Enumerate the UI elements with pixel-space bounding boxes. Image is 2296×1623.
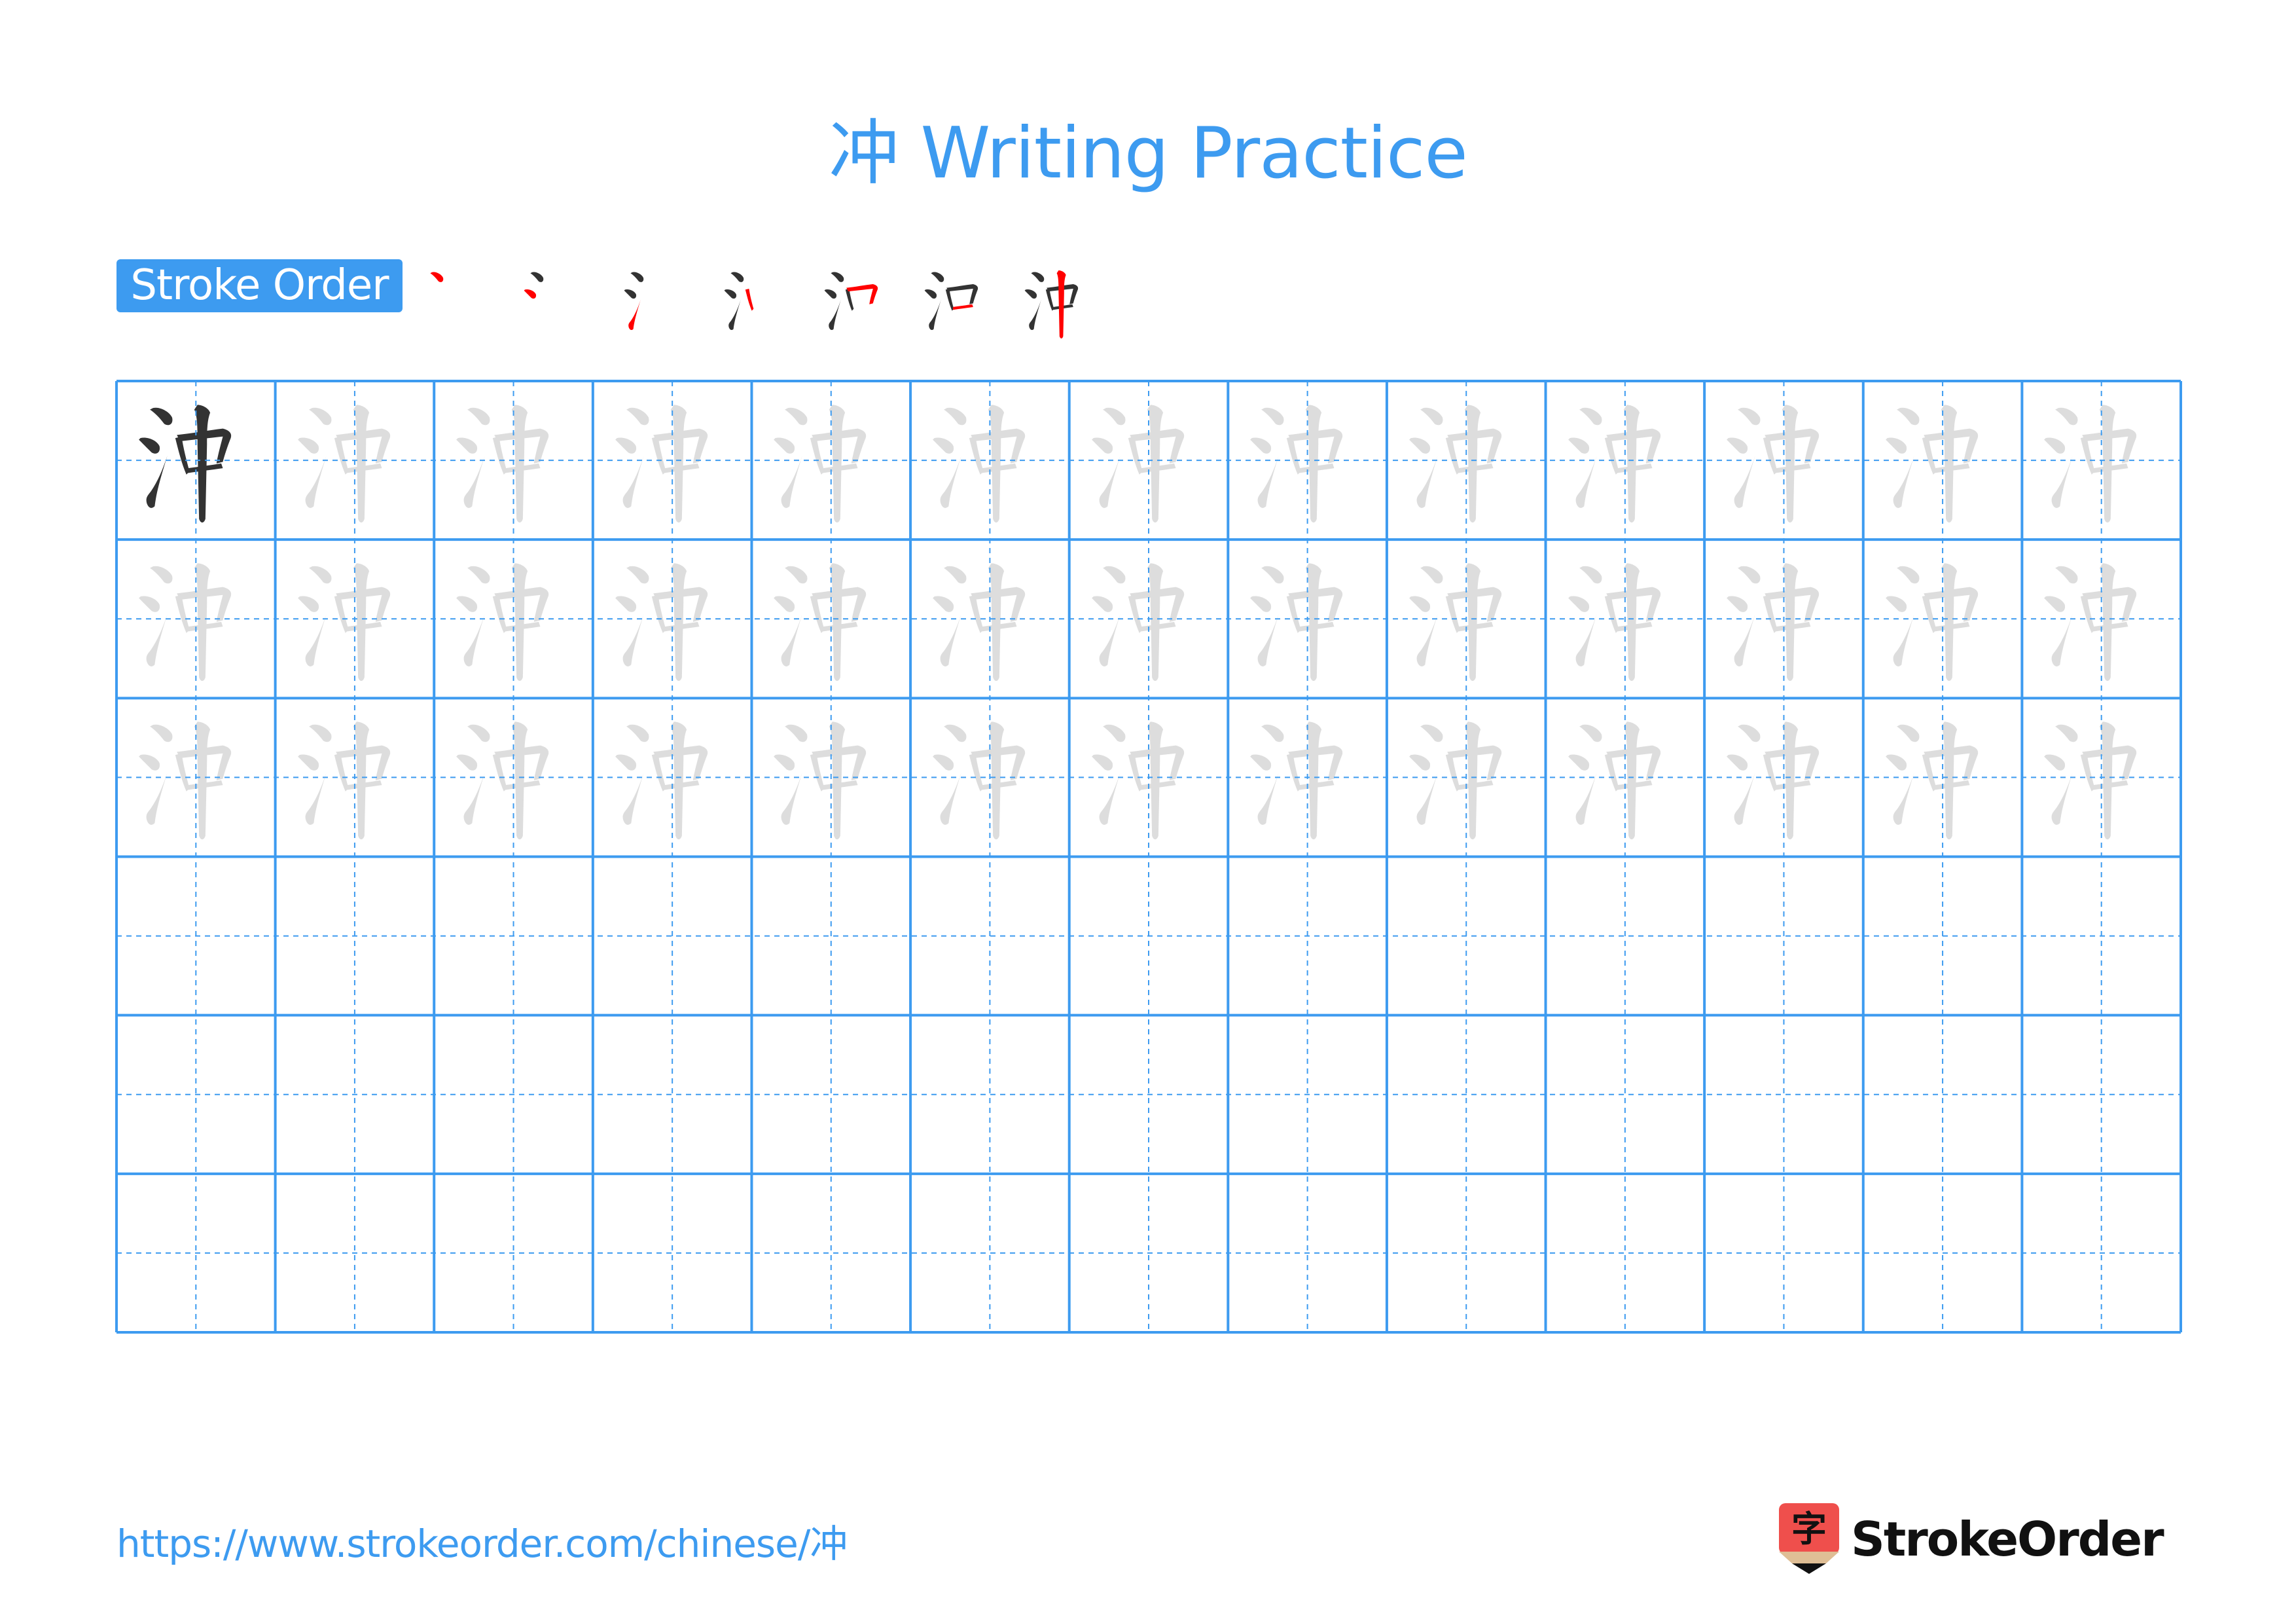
stroke-step-4 (711, 257, 803, 348)
stroke-step-glyph (824, 272, 878, 331)
stroke-4 (945, 289, 954, 311)
logo-glyph: 字 (1791, 1508, 1827, 1550)
stroke-step-3 (611, 257, 703, 348)
stroke-4 (745, 289, 754, 311)
stroke-step-5 (812, 257, 903, 348)
source-url-link[interactable]: https://www.strokeorder.com/chinese/冲 (117, 1518, 848, 1570)
stroke-3 (628, 299, 641, 331)
stroke-1 (530, 272, 544, 282)
stroke-2 (724, 289, 737, 299)
stroke-2 (924, 289, 937, 299)
stroke-step-glyph (724, 272, 754, 331)
stroke-1 (931, 272, 944, 282)
stroke-3 (1029, 299, 1041, 331)
stroke-step-glyph (624, 272, 644, 331)
stroke-2 (624, 289, 637, 299)
stroke-step-7 (1012, 257, 1103, 348)
practice-grid (115, 380, 2182, 1334)
stroke-step-glyph (924, 272, 978, 331)
stroke-3 (728, 299, 741, 331)
page-title: 冲 Writing Practice (829, 113, 1468, 194)
stroke-step-2 (511, 257, 603, 348)
stroke-step-glyph (1024, 270, 1079, 338)
stroke-3 (829, 299, 841, 331)
stroke-step-glyph (524, 272, 544, 299)
strokeorder-logo[interactable]: 字 StrokeOrder (1779, 1503, 2164, 1575)
stroke-3 (929, 299, 941, 331)
stroke-step-6 (912, 257, 1003, 348)
grid-lines (115, 380, 2182, 1334)
stroke-1 (430, 272, 444, 282)
stroke-2 (1024, 289, 1037, 299)
stroke-step-1 (411, 257, 503, 348)
pencil-logo-icon: 字 (1779, 1503, 1839, 1575)
stroke-4 (1045, 289, 1054, 311)
stroke-order-label: Stroke Order (117, 259, 403, 312)
stroke-2 (524, 289, 537, 299)
stroke-6 (953, 304, 973, 310)
stroke-1 (630, 272, 644, 282)
stroke-2 (824, 289, 837, 299)
logo-text: StrokeOrder (1851, 1512, 2164, 1567)
stroke-1 (1031, 272, 1045, 282)
stroke-4 (845, 289, 854, 311)
stroke-step-glyph (430, 272, 444, 282)
stroke-7 (1056, 270, 1066, 338)
stroke-1 (831, 272, 844, 282)
stroke-1 (730, 272, 744, 282)
